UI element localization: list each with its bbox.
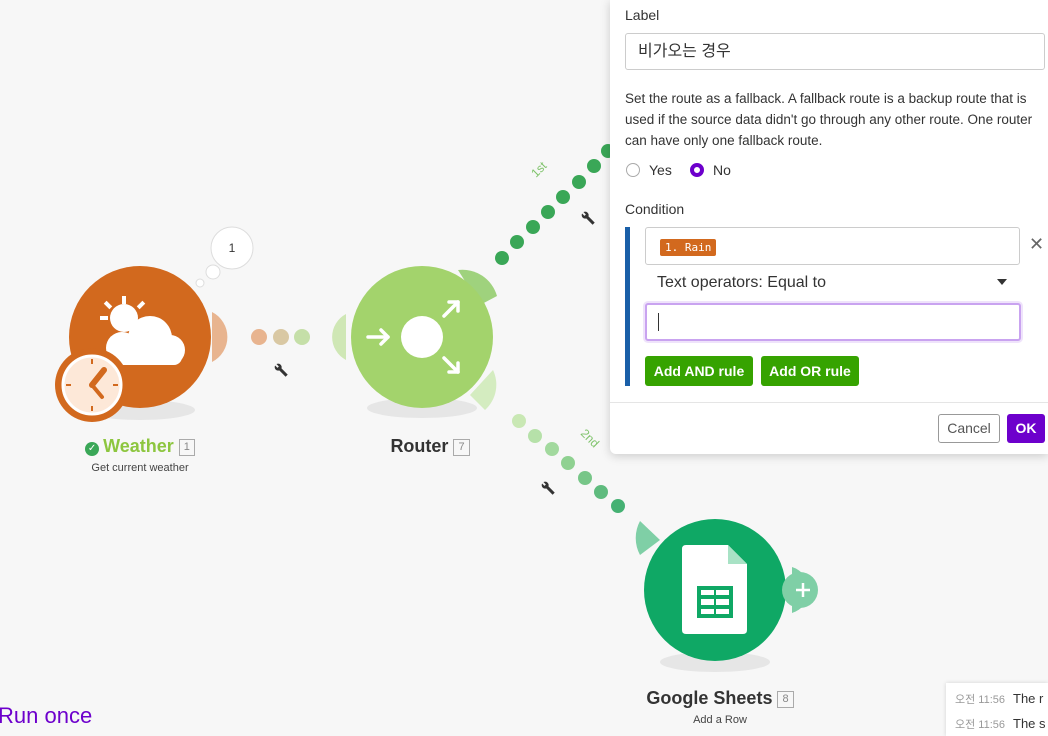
weather-id: 1: [178, 439, 195, 456]
cancel-button[interactable]: Cancel: [938, 414, 1000, 443]
sheets-node[interactable]: [644, 519, 786, 661]
wrench-icon[interactable]: [540, 480, 556, 496]
fallback-yes-label: Yes: [649, 162, 672, 178]
route-settings-panel: Label 비가오는 경우 Set the route as a fallbac…: [610, 0, 1048, 454]
panel-divider: [610, 402, 1048, 403]
fallback-yes-radio[interactable]: [626, 163, 640, 177]
fallback-no-label: No: [713, 162, 731, 178]
router-id: 7: [453, 439, 470, 456]
fallback-help-text: Set the route as a fallback. A fallback …: [625, 91, 1033, 148]
condition-field-input[interactable]: 1. Rain: [645, 227, 1020, 265]
wrench-icon[interactable]: [273, 362, 289, 378]
ok-button[interactable]: OK: [1007, 414, 1045, 443]
weather-node-label[interactable]: ✓ Weather 1: [60, 436, 220, 457]
log-row[interactable]: 오전 11:56 The s: [955, 711, 1048, 736]
weather-subtitle: Get current weather: [91, 462, 189, 474]
remove-condition-icon[interactable]: ✕: [1029, 234, 1044, 255]
router-node[interactable]: [351, 266, 493, 408]
sheets-title: Google Sheets: [646, 688, 773, 708]
router-node-label[interactable]: Router 7: [350, 436, 510, 457]
wrench-icon[interactable]: [580, 210, 596, 226]
route-2-label: 2nd: [578, 426, 602, 450]
operator-select[interactable]: Text operators: Equal to: [657, 274, 826, 292]
router-title: Router: [390, 436, 449, 456]
run-once-button[interactable]: Run once: [0, 703, 92, 729]
bubble-count: 1: [229, 241, 236, 255]
clock-icon[interactable]: [55, 348, 129, 422]
fallback-no-radio[interactable]: [690, 163, 704, 177]
condition-caption: Condition: [625, 201, 685, 217]
route-1-label: 1st: [528, 158, 550, 180]
sheets-node-label[interactable]: Google Sheets 8: [620, 688, 820, 709]
sheets-subtitle: Add a Row: [693, 714, 747, 726]
check-icon: ✓: [85, 442, 100, 456]
chevron-down-icon[interactable]: [997, 279, 1007, 285]
add-and-rule-button[interactable]: Add AND rule: [645, 356, 753, 386]
add-or-rule-button[interactable]: Add OR rule: [761, 356, 859, 386]
condition-group-bar: [625, 227, 630, 386]
execution-log-panel[interactable]: 오전 11:56 The r 오전 11:56 The s: [946, 683, 1048, 736]
text-cursor: [658, 313, 659, 331]
weather-node[interactable]: [55, 266, 211, 422]
operations-bubble[interactable]: 1: [195, 226, 254, 288]
weather-title: Weather: [103, 436, 174, 456]
weather-router-link[interactable]: [212, 312, 346, 362]
sheets-id: 8: [777, 691, 794, 708]
condition-value-input[interactable]: [645, 303, 1021, 341]
condition-variable-tag[interactable]: 1. Rain: [660, 239, 717, 256]
log-row[interactable]: 오전 11:56 The r: [955, 686, 1048, 711]
route-label-input[interactable]: 비가오는 경우: [625, 33, 1045, 70]
label-caption: Label: [625, 7, 660, 23]
add-module-button[interactable]: [782, 567, 818, 613]
